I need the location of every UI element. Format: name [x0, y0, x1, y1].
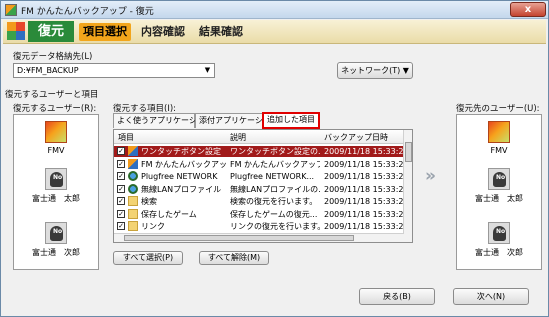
- row-description: 検索の復元を行います。: [230, 197, 318, 206]
- user-name: 富士通 太郎: [32, 194, 80, 203]
- column-header-desc[interactable]: 説明: [230, 132, 246, 143]
- row-date: 2009/11/18 15:33:25: [324, 197, 404, 206]
- source-user-taro[interactable]: No 富士通 太郎: [14, 168, 98, 204]
- user-name: FMV: [490, 146, 508, 155]
- row-checkbox[interactable]: ✓: [117, 172, 125, 180]
- row-description: 保存したゲームの復元...: [230, 209, 318, 219]
- next-button[interactable]: 次へ(N): [453, 288, 529, 305]
- dest-user-jiro[interactable]: No 富士通 次郎: [457, 222, 541, 258]
- row-checkbox[interactable]: ✓: [117, 209, 125, 218]
- avatar: No: [45, 168, 67, 190]
- row-name: 無線LANプロファイル: [141, 184, 222, 194]
- row-description: 無線LANプロファイルの...: [230, 184, 320, 194]
- table-row[interactable]: ✓ Plugfree NETWORK Plugfree NETWORK... 2009…: [114, 171, 404, 182]
- avatar: No: [488, 222, 510, 244]
- column-header-item[interactable]: 項目: [118, 132, 134, 143]
- folder-icon: [128, 221, 138, 231]
- tab-frequent-apps[interactable]: よく使うアプリケーション: [113, 113, 213, 128]
- source-user-list: FMV No 富士通 太郎 No 富士通 次郎: [13, 114, 99, 270]
- table-row[interactable]: ✓ リンク リンクの復元を行います。 2009/11/18 15:33:25: [114, 221, 404, 232]
- source-user-jiro[interactable]: No 富士通 次郎: [14, 222, 98, 258]
- row-date: 2009/11/18 15:33:25: [324, 184, 404, 194]
- section-label: 復元するユーザーと項目: [5, 90, 99, 100]
- row-name: リンク: [141, 222, 165, 231]
- row-date: 2009/11/18 15:33:25: [324, 172, 404, 181]
- row-description: ワンタッチボタン設定の...: [230, 147, 320, 156]
- source-user-fmv[interactable]: FMV: [14, 121, 98, 155]
- horizontal-scrollbar[interactable]: [114, 233, 404, 242]
- dest-user-fmv[interactable]: FMV: [457, 121, 541, 155]
- step-item-select: 項目選択: [79, 23, 131, 41]
- user-name: 富士通 太郎: [475, 194, 523, 203]
- title-bar[interactable]: FM かんたんバックアップ - 復元 x: [1, 1, 548, 19]
- items-table: 項目 説明 バックアップ日時 ✓ ワンタッチボタン設定 ワンタッチボタン設定の...…: [113, 129, 413, 243]
- row-name: ワンタッチボタン設定: [141, 147, 221, 156]
- vertical-scrollbar[interactable]: [403, 130, 412, 242]
- step-header: 復元 項目選択 内容確認 結果確認: [3, 20, 546, 44]
- avatar: [488, 121, 510, 143]
- row-name: FM かんたんバックアップ: [141, 159, 227, 169]
- destination-label: 復元データ格納先(L): [13, 52, 93, 62]
- chevron-down-icon[interactable]: ▼: [201, 64, 214, 77]
- column-header-date[interactable]: バックアップ日時: [324, 132, 388, 143]
- back-button[interactable]: 戻る(B): [359, 288, 435, 305]
- table-row[interactable]: ✓ 検索 検索の復元を行います。 2009/11/18 15:33:25: [114, 196, 404, 207]
- transfer-arrow-icon: »: [425, 166, 436, 186]
- row-name: 保存したゲーム: [141, 209, 197, 219]
- step-confirm: 内容確認: [141, 25, 185, 38]
- fm-logo-icon: [7, 22, 25, 40]
- user-name: FMV: [47, 146, 65, 155]
- row-date: 2009/11/18 15:33:25: [324, 209, 404, 219]
- source-users-label: 復元するユーザー(R):: [13, 104, 97, 114]
- row-checkbox[interactable]: ✓: [117, 147, 125, 155]
- row-name: 検索: [141, 197, 157, 206]
- row-name: Plugfree NETWORK: [141, 172, 218, 181]
- row-checkbox[interactable]: ✓: [117, 159, 125, 168]
- dest-user-list: FMV No 富士通 太郎 No 富士通 次郎: [456, 114, 542, 270]
- dest-user-taro[interactable]: No 富士通 太郎: [457, 168, 541, 204]
- tab-bundled-apps[interactable]: 添付アプリケーション: [195, 113, 263, 128]
- destination-value: D:¥FM_BACKUP: [17, 66, 79, 75]
- table-row[interactable]: ✓ 無線LANプロファイル 無線LANプロファイルの... 2009/11/18 15…: [114, 183, 404, 195]
- window-title: FM かんたんバックアップ - 復元: [21, 7, 154, 17]
- row-date: 2009/11/18 15:33:25: [324, 222, 404, 231]
- user-name: 富士通 次郎: [32, 248, 80, 257]
- row-description: Plugfree NETWORK...: [230, 172, 315, 181]
- tab-added-items[interactable]: 追加した項目: [262, 112, 320, 129]
- dest-users-label: 復元先のユーザー(U):: [456, 104, 540, 114]
- app-icon: [128, 146, 138, 156]
- folder-icon: [128, 208, 138, 219]
- app-icon: [128, 158, 138, 169]
- row-checkbox[interactable]: ✓: [117, 197, 125, 205]
- avatar: [45, 121, 67, 143]
- row-description: リンクの復元を行います。: [230, 222, 320, 231]
- table-row[interactable]: ✓ 保存したゲーム 保存したゲームの復元... 2009/11/18 15:33:25: [114, 208, 404, 220]
- step-result: 結果確認: [199, 25, 243, 38]
- avatar: No: [45, 222, 67, 244]
- row-date: 2009/11/18 15:33:25: [324, 147, 404, 156]
- row-date: 2009/11/18 15:33:25: [324, 159, 404, 169]
- network-button[interactable]: ネットワーク(T) ▼: [337, 62, 413, 79]
- destination-select[interactable]: D:¥FM_BACKUP ▼: [13, 63, 215, 78]
- network-icon: [128, 183, 138, 194]
- folder-icon: [128, 196, 138, 206]
- main-window: FM かんたんバックアップ - 復元 x 復元 項目選択 内容確認 結果確認 復…: [0, 0, 549, 317]
- app-icon: [5, 4, 17, 16]
- mode-label: 復元: [28, 21, 74, 42]
- table-row[interactable]: ✓ ワンタッチボタン設定 ワンタッチボタン設定の... 2009/11/18 15:3…: [114, 146, 404, 157]
- user-name: 富士通 次郎: [475, 248, 523, 257]
- row-description: FM かんたんバックアップ...: [230, 159, 320, 169]
- network-icon: [128, 171, 138, 181]
- table-header: 項目 説明 バックアップ日時: [114, 130, 404, 144]
- deselect-all-button[interactable]: すべて解除(M): [199, 251, 269, 265]
- avatar: No: [488, 168, 510, 190]
- row-checkbox[interactable]: ✓: [117, 184, 125, 193]
- row-checkbox[interactable]: ✓: [117, 222, 125, 230]
- select-all-button[interactable]: すべて選択(P): [113, 251, 183, 265]
- table-row[interactable]: ✓ FM かんたんバックアップFM かんたんバックアップ... 2009/11/18…: [114, 158, 404, 170]
- close-button[interactable]: x: [510, 2, 546, 17]
